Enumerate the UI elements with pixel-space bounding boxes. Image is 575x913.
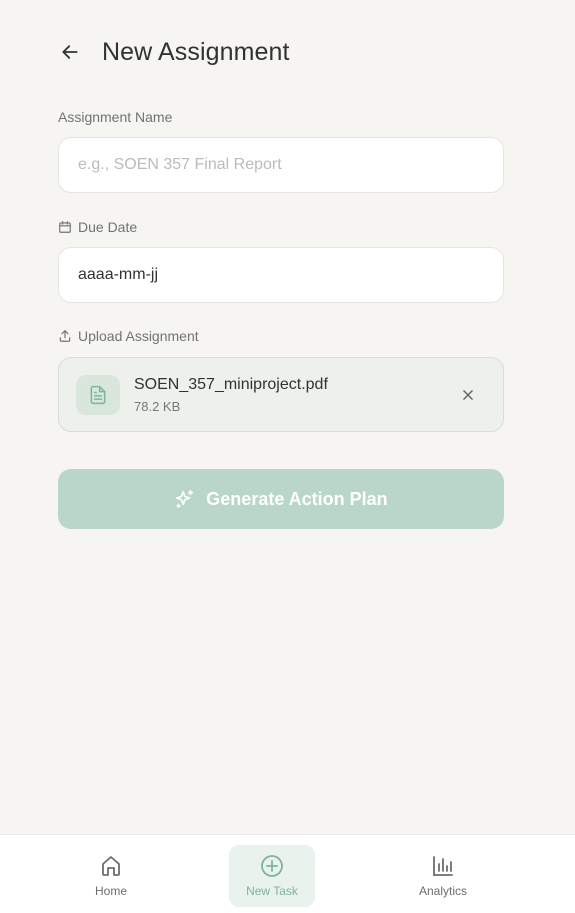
sparkles-icon — [176, 489, 194, 509]
assignment-name-input[interactable] — [58, 137, 504, 193]
nav-new-task-label: New Task — [246, 884, 298, 898]
remove-file-button[interactable] — [457, 384, 479, 406]
home-icon — [102, 856, 120, 876]
close-icon — [463, 390, 473, 400]
assignment-name-label-text: Assignment Name — [58, 109, 173, 125]
file-text-icon — [90, 385, 106, 404]
nav-analytics[interactable]: Analytics — [403, 845, 483, 907]
page-title: New Assignment — [102, 37, 290, 66]
upload-label: Upload Assignment — [58, 328, 199, 344]
due-date-input[interactable]: aaaa-mm-jj — [58, 247, 504, 303]
file-icon-box — [76, 374, 120, 415]
nav-home-label: Home — [94, 884, 127, 898]
file-size: 78.2 KB — [134, 398, 181, 414]
file-meta: SOEN_357_miniproject.pdf 78.2 KB — [134, 376, 328, 414]
generate-action-plan-button[interactable]: Generate Action Plan — [58, 469, 504, 529]
page-header: New Assignment — [58, 34, 290, 70]
plus-circle-icon — [261, 855, 283, 877]
due-date-label-text: Due Date — [78, 219, 138, 235]
due-date-value: aaaa-mm-jj — [78, 266, 159, 283]
due-date-label: Due Date — [58, 219, 137, 235]
uploaded-file-card: SOEN_357_miniproject.pdf 78.2 KB — [58, 357, 504, 432]
arrow-left-icon — [62, 45, 78, 59]
assignment-name-label: Assignment Name — [58, 109, 172, 125]
nav-new-task[interactable]: New Task — [229, 845, 315, 907]
upload-label-text: Upload Assignment — [78, 328, 199, 344]
nav-home[interactable]: Home — [71, 845, 151, 907]
file-name: SOEN_357_miniproject.pdf — [134, 375, 328, 393]
back-button[interactable] — [58, 40, 82, 64]
bottom-navigation: Home New Task Analytics — [0, 834, 575, 913]
calendar-icon — [59, 221, 71, 233]
nav-analytics-label: Analytics — [418, 884, 468, 898]
bar-chart-icon — [433, 856, 453, 876]
upload-icon — [59, 330, 71, 342]
generate-label: Generate Action Plan — [206, 488, 388, 509]
